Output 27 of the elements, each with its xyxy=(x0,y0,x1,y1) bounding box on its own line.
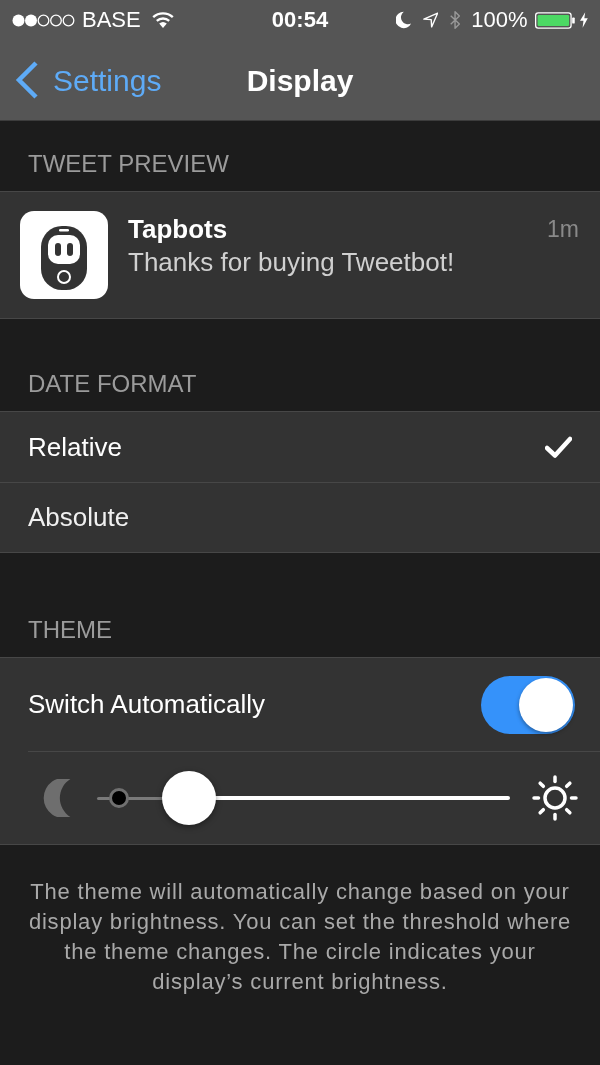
section-header: DATE FORMAT xyxy=(27,369,198,399)
toggle-switch[interactable] xyxy=(481,675,575,734)
toggle-label: Switch Automatically xyxy=(28,688,265,721)
tweet-author: Tapbots xyxy=(128,213,228,246)
bluetooth-icon xyxy=(449,9,462,31)
wifi-icon xyxy=(150,11,175,29)
status-time: 00:54 xyxy=(271,7,329,33)
moon-icon xyxy=(396,10,412,30)
battery-percent: 100% xyxy=(471,7,528,33)
moon-icon xyxy=(43,779,71,817)
page-title: Display xyxy=(246,62,354,99)
tweet-time: 1m xyxy=(547,215,579,244)
section-header: THEME xyxy=(27,615,113,645)
theme-footer-note: The theme will automatically change based on your display brightness. You can set the threshold where the theme changes. The circle indicates your display’s current brightness. xyxy=(27,878,573,996)
brightness-threshold-slider[interactable] xyxy=(97,771,510,825)
tweet-text: Thanks for buying Tweetbot! xyxy=(128,246,456,278)
carrier-name: BASE xyxy=(82,7,141,33)
section-header: TWEET PREVIEW xyxy=(27,149,230,179)
sun-icon xyxy=(532,775,578,821)
battery-icon xyxy=(535,10,576,30)
back-chevron-icon xyxy=(15,61,39,99)
checkmark-icon xyxy=(545,436,572,458)
charging-bolt-icon xyxy=(580,11,588,29)
robot-app-icon xyxy=(20,211,108,299)
location-arrow-icon xyxy=(422,11,439,29)
signal-dots-icon xyxy=(12,13,75,27)
slider-thumb[interactable] xyxy=(161,771,216,825)
